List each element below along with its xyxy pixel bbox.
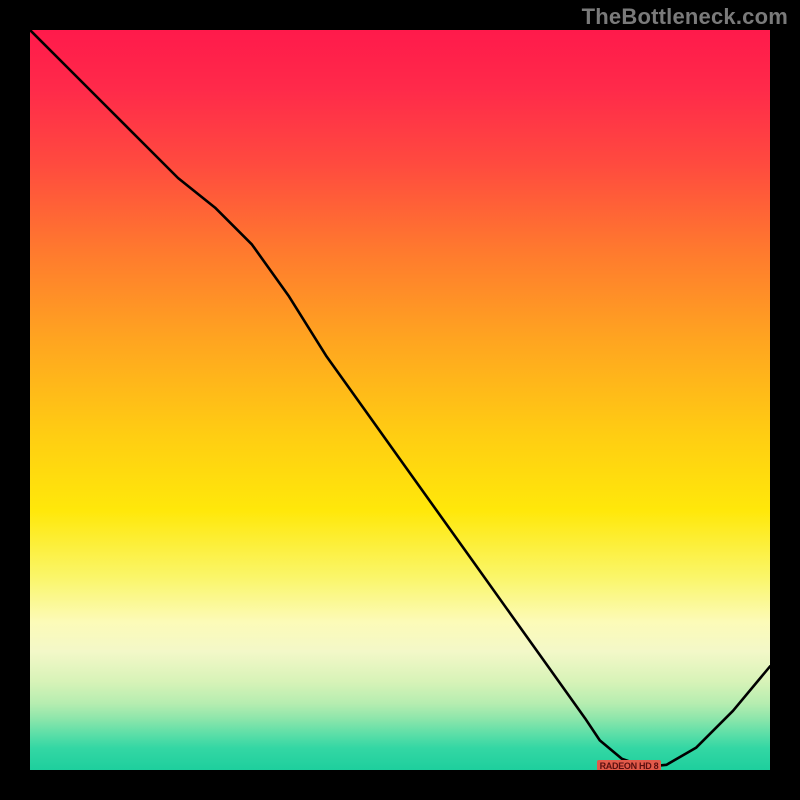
- plot-area: RADEON HD 8: [30, 30, 770, 770]
- curve-svg: [30, 30, 770, 770]
- bottleneck-curve: [30, 30, 770, 766]
- gpu-badge-label: RADEON HD 8: [600, 761, 659, 770]
- chart-frame: TheBottleneck.com RADEON HD 8: [0, 0, 800, 800]
- attribution-text: TheBottleneck.com: [582, 4, 788, 30]
- gpu-badge: RADEON HD 8: [597, 760, 662, 770]
